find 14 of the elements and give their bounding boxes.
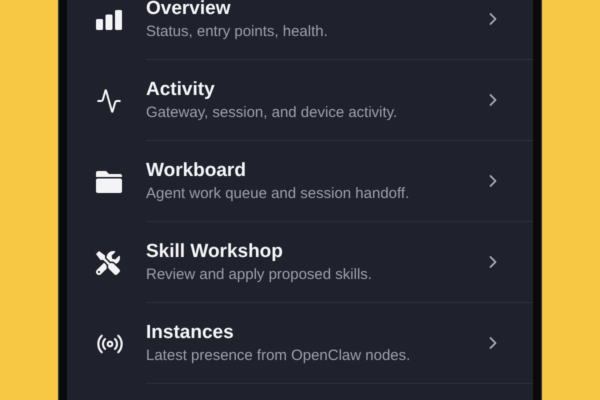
row-subtitle: Agent work queue and session handoff. (146, 185, 410, 202)
row-title[interactable]: Skill Workshop (146, 241, 283, 263)
row-title[interactable]: Activity (146, 79, 215, 101)
tools-icon (96, 250, 120, 274)
row-subtitle: Latest presence from OpenClaw nodes. (146, 347, 410, 364)
row-title[interactable]: Overview (146, 0, 230, 20)
row-subtitle: Status, entry points, health. (146, 23, 328, 40)
row-title[interactable]: Workboard (146, 160, 246, 182)
row-title[interactable]: Instances (146, 322, 234, 344)
bar-chart-icon (96, 10, 122, 30)
pulse-icon (96, 88, 122, 114)
row-subtitle: Review and apply proposed skills. (146, 266, 372, 283)
folder-icon (96, 170, 122, 192)
row-subtitle: Gateway, session, and device activity. (146, 104, 398, 121)
